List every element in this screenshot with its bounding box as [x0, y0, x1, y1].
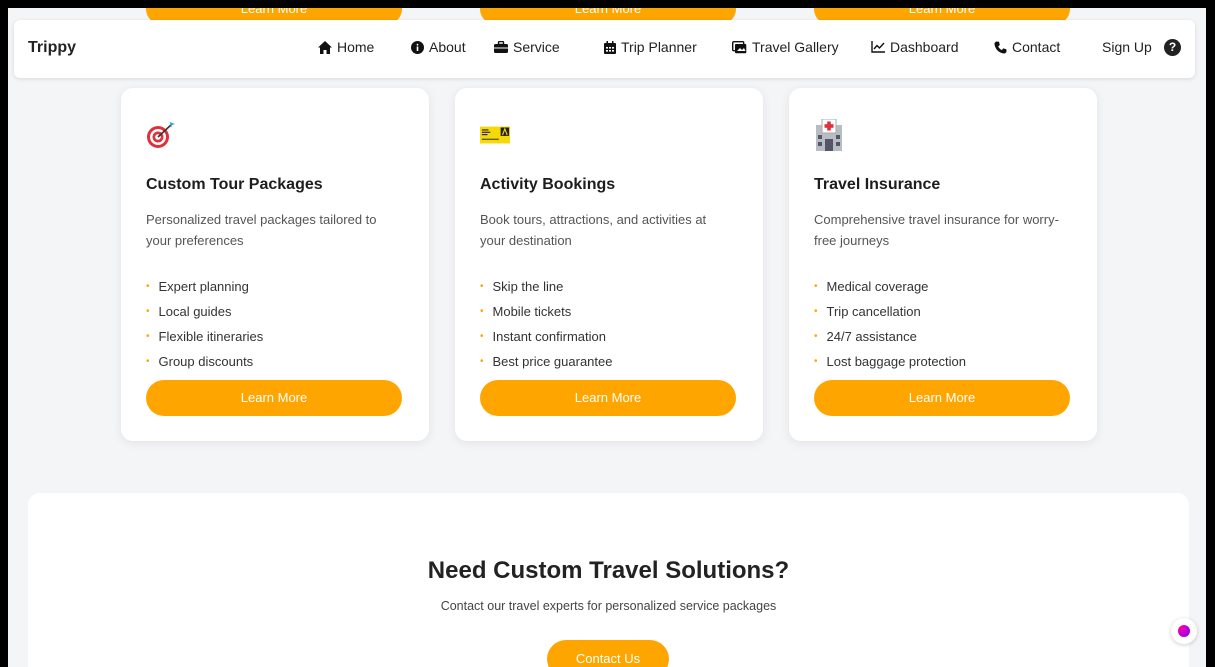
- nav-service[interactable]: Service: [494, 39, 560, 55]
- hospital-icon: [814, 119, 844, 151]
- feature-list: • Skip the line • Mobile tickets • Instant …: [480, 274, 612, 374]
- nav-home-label: Home: [337, 39, 375, 55]
- brand-logo[interactable]: Trippy: [28, 39, 76, 57]
- learn-more-button[interactable]: Learn More: [814, 380, 1070, 416]
- nav-trip-planner[interactable]: Trip Planner: [604, 39, 697, 55]
- nav-service-label: Service: [513, 39, 560, 55]
- feature-item: • 24/7 assistance: [814, 329, 917, 344]
- cta-title: Need Custom Travel Solutions?: [427, 557, 790, 584]
- nav-about[interactable]: About: [411, 39, 466, 55]
- feature-list: • Medical coverage • Trip cancellation • 24…: [814, 274, 966, 374]
- info-icon: [411, 40, 424, 54]
- card-title: Custom Tour Packages: [146, 176, 323, 193]
- card-description: Comprehensive travel insurance for worry…: [814, 212, 1059, 248]
- cta-subtitle: Contact our travel experts for personali…: [440, 599, 777, 613]
- card-title: Activity Bookings: [480, 176, 616, 193]
- nav-contact[interactable]: Contact: [994, 39, 1060, 55]
- nav-contact-label: Contact: [1012, 39, 1061, 55]
- feature-item: • Medical coverage: [814, 279, 929, 294]
- nav-trip-planner-label: Trip Planner: [621, 39, 697, 55]
- learn-more-button[interactable]: Learn More: [146, 380, 402, 416]
- target-icon: [146, 120, 176, 150]
- feature-item: • Instant confirmation: [480, 329, 606, 344]
- feature-item: • Local guides: [146, 304, 232, 319]
- page-viewport: Learn More Learn More Learn More Trippy …: [8, 8, 1206, 667]
- ticket-icon: [480, 120, 510, 150]
- feature-list: • Expert planning • Local guides • Flexible…: [146, 274, 263, 374]
- service-card-tour-packages: Custom Tour Packages Personalized travel…: [121, 88, 429, 441]
- briefcase-icon: [494, 41, 508, 53]
- gallery-icon: [732, 40, 747, 54]
- feature-item: • Flexible itineraries: [146, 329, 264, 344]
- card-description: Personalized travel packages tailored to…: [146, 212, 377, 248]
- sign-up-link[interactable]: Sign Up: [1102, 39, 1152, 55]
- feature-item: • Lost baggage protection: [814, 354, 967, 369]
- calendar-icon: [604, 40, 616, 54]
- chart-line-icon: [871, 41, 885, 53]
- nav-travel-gallery-label: Travel Gallery: [752, 39, 839, 55]
- nav-dashboard[interactable]: Dashboard: [871, 39, 959, 55]
- feature-item: • Expert planning: [146, 279, 249, 294]
- feature-item: • Mobile tickets: [480, 304, 572, 319]
- contact-us-button[interactable]: Contact Us: [547, 640, 669, 667]
- brain-icon: [1178, 625, 1190, 637]
- feature-item: • Group discounts: [146, 354, 254, 369]
- service-card-travel-insurance: Travel Insurance Comprehensive travel in…: [789, 88, 1097, 441]
- home-icon: [318, 40, 332, 54]
- assistant-fab[interactable]: [1171, 618, 1197, 644]
- custom-solutions-section: Need Custom Travel Solutions? Contact ou…: [28, 493, 1189, 667]
- nav-about-label: About: [429, 39, 466, 55]
- feature-item: • Skip the line: [480, 279, 564, 294]
- feature-item: • Best price guarantee: [480, 354, 613, 369]
- card-title: Travel Insurance: [814, 176, 941, 193]
- feature-item: • Trip cancellation: [814, 304, 921, 319]
- phone-icon: [994, 41, 1007, 54]
- nav-travel-gallery[interactable]: Travel Gallery: [732, 39, 839, 55]
- learn-more-button[interactable]: Learn More: [480, 380, 736, 416]
- nav-home[interactable]: Home: [318, 39, 374, 55]
- help-icon[interactable]: ?: [1164, 39, 1181, 56]
- nav-dashboard-label: Dashboard: [890, 39, 959, 55]
- service-card-activity-bookings: Activity Bookings Book tours, attraction…: [455, 88, 763, 441]
- navbar: Trippy Home About Service Trip Planner T…: [14, 20, 1195, 78]
- card-description: Book tours, attractions, and activities …: [480, 212, 707, 248]
